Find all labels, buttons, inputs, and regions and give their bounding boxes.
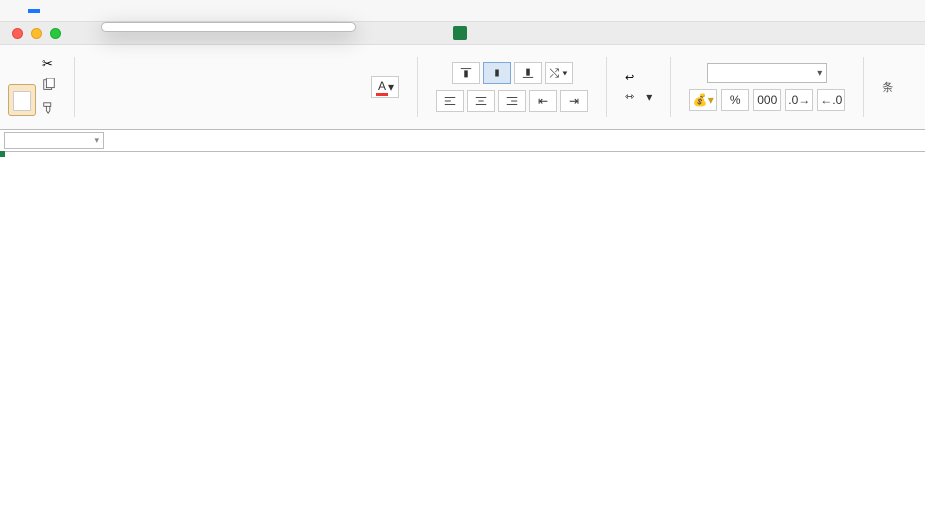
- formula-bar-row: [0, 130, 925, 152]
- menu-file[interactable]: [28, 9, 40, 13]
- paste-icon[interactable]: [8, 84, 36, 116]
- more-label: 条: [882, 79, 893, 95]
- increase-indent-button[interactable]: ⇥: [560, 90, 588, 112]
- decrease-decimal-button[interactable]: ←.0: [817, 89, 845, 111]
- wrap-text-icon: ↩: [625, 71, 634, 84]
- window-close-button[interactable]: [12, 28, 23, 39]
- format-painter-icon[interactable]: [42, 101, 56, 118]
- wrap-text-button[interactable]: ↩: [625, 71, 652, 84]
- font-color-button[interactable]: A ▾: [371, 76, 399, 98]
- menu-help[interactable]: [236, 9, 248, 13]
- copy-icon[interactable]: [42, 78, 56, 95]
- align-right-button[interactable]: [498, 90, 526, 112]
- cut-icon[interactable]: ✂︎: [42, 56, 56, 72]
- align-bottom-button[interactable]: [514, 62, 542, 84]
- decrease-indent-button[interactable]: ⇤: [529, 90, 557, 112]
- mac-menubar: [0, 0, 925, 22]
- merge-center-button[interactable]: ⇿ ▾: [625, 90, 652, 104]
- ribbon-separator: [74, 57, 75, 117]
- menu-edit[interactable]: [54, 9, 66, 13]
- align-middle-button[interactable]: [483, 62, 511, 84]
- percent-button[interactable]: %: [721, 89, 749, 111]
- window-zoom-button[interactable]: [50, 28, 61, 39]
- menu-format[interactable]: [132, 9, 144, 13]
- align-top-button[interactable]: [452, 62, 480, 84]
- merge-icon: ⇿: [625, 90, 634, 103]
- align-center-button[interactable]: [467, 90, 495, 112]
- excel-app-icon: [453, 26, 467, 40]
- menu-data[interactable]: [184, 9, 196, 13]
- align-left-button[interactable]: [436, 90, 464, 112]
- menu-view[interactable]: [80, 9, 92, 13]
- menu-window[interactable]: [210, 9, 222, 13]
- name-box[interactable]: [4, 132, 104, 149]
- clipboard-group: ✂︎: [8, 56, 56, 118]
- window-traffic-lights: [0, 28, 61, 39]
- orientation-button[interactable]: ⤭ ▾: [545, 62, 573, 84]
- file-dropdown-menu: [101, 22, 356, 32]
- comma-button[interactable]: 000: [753, 89, 781, 111]
- menu-tools[interactable]: [158, 9, 170, 13]
- selected-cell-outline: [0, 152, 4, 156]
- currency-button[interactable]: 💰▾: [689, 89, 717, 111]
- increase-decimal-button[interactable]: .0→: [785, 89, 813, 111]
- ribbon-toolbar: ✂︎ A ▾ ⤭ ▾ ⇤ ⇥: [0, 45, 925, 130]
- menu-insert[interactable]: [106, 9, 118, 13]
- font-color-row: A ▾: [371, 76, 399, 98]
- number-format-select[interactable]: [707, 63, 827, 83]
- window-minimize-button[interactable]: [31, 28, 42, 39]
